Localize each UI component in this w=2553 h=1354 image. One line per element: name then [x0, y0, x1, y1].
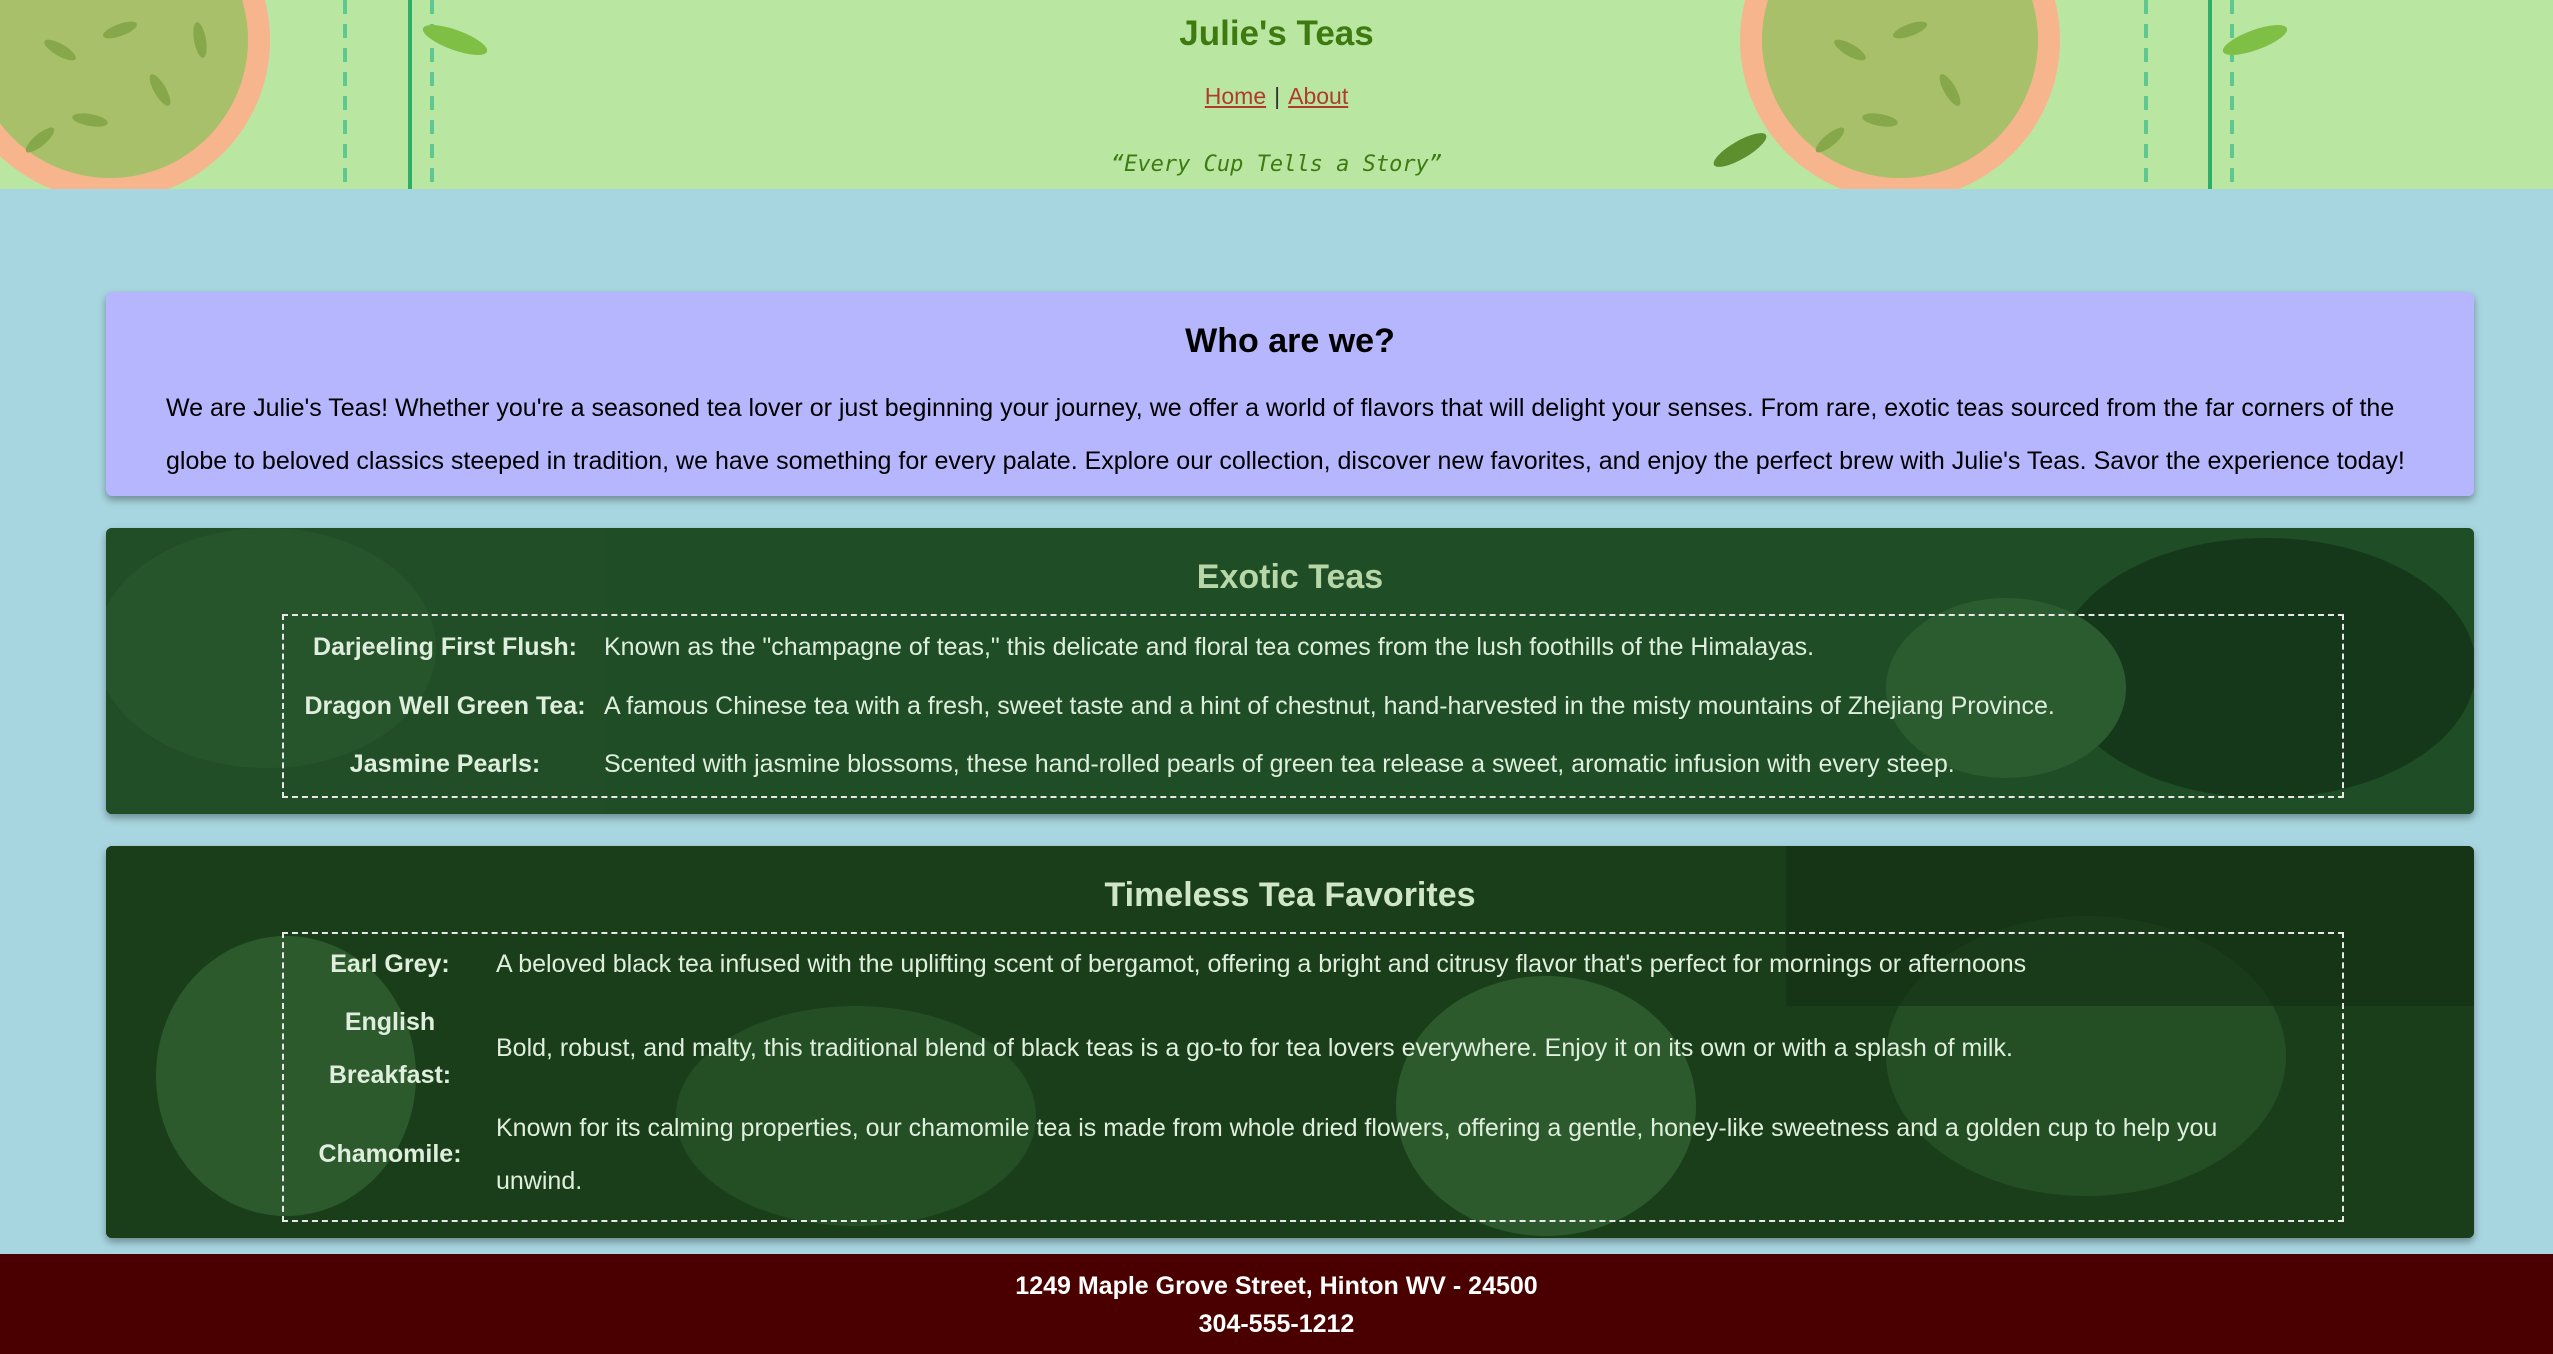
nav-about-link[interactable]: About — [1288, 83, 1348, 109]
timeless-teas-card: Timeless Tea Favorites Earl Grey: A belo… — [106, 846, 2474, 1238]
footer-phone: 304-555-1212 — [1198, 1310, 1355, 1338]
nav-separator: | — [1274, 83, 1281, 109]
site-footer: 1249 Maple Grove Street, Hinton WV - 245… — [0, 1254, 2553, 1354]
timeless-teas-list: Earl Grey: A beloved black tea infused w… — [282, 932, 2344, 1222]
exotic-teas-card: Exotic Teas Darjeeling First Flush: Know… — [106, 528, 2474, 814]
tea-description: A beloved black tea infused with the upl… — [496, 950, 2027, 978]
tea-description: Known for its calming properties, our ch… — [496, 1114, 2218, 1195]
about-heading: Who are we? — [1185, 322, 1395, 360]
tea-description: A famous Chinese tea with a fresh, sweet… — [604, 692, 2055, 720]
tea-description: Scented with jasmine blossoms, these han… — [604, 750, 1955, 778]
exotic-teas-heading: Exotic Teas — [1196, 558, 1384, 596]
footer-address: 1249 Maple Grove Street, Hinton WV - 245… — [1015, 1272, 1538, 1300]
tea-name: Dragon Well Green Tea: — [304, 692, 586, 720]
tea-name: Chamomile: — [318, 1140, 462, 1168]
about-card: Who are we? We are Julie's Teas! Whether… — [106, 292, 2474, 496]
timeless-teas-heading: Timeless Tea Favorites — [1104, 876, 1476, 914]
tea-name: Jasmine Pearls: — [349, 750, 541, 778]
tea-name: English Breakfast: — [328, 1008, 452, 1089]
site-header: Julie's Teas Home | About “Every Cup Tells… — [0, 0, 2553, 189]
tagline: “Every Cup Tells a Story” — [1110, 152, 1443, 177]
main-nav: Home | About — [0, 83, 2553, 110]
nav-home-link[interactable]: Home — [1205, 83, 1266, 109]
tea-name: Darjeeling First Flush: — [313, 633, 577, 661]
tea-description: Bold, robust, and malty, this traditiona… — [496, 1034, 2013, 1062]
about-text: We are Julie's Teas! Whether you're a se… — [166, 394, 2405, 475]
tea-description: Known as the "champagne of teas," this d… — [604, 633, 1815, 661]
exotic-teas-list: Darjeeling First Flush: Known as the "ch… — [282, 614, 2344, 798]
tea-name: Earl Grey: — [330, 950, 450, 978]
site-title: Julie's Teas — [1179, 14, 1374, 53]
